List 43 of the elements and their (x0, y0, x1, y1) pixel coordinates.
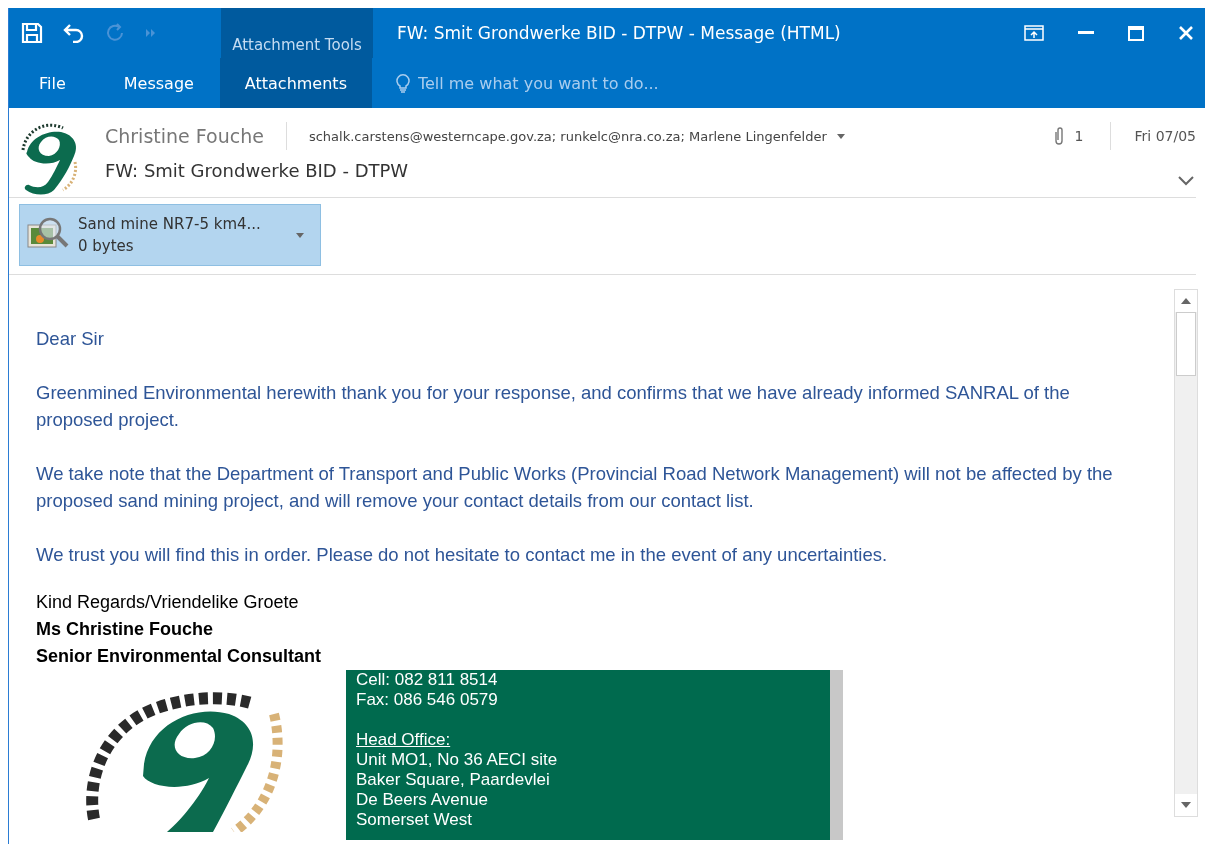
ribbon-display-icon[interactable] (1024, 25, 1044, 41)
lightbulb-icon (395, 73, 410, 93)
ribbon-tab[interactable]: File (9, 58, 96, 108)
scroll-up-icon[interactable] (1181, 298, 1191, 304)
address-line: Unit MO1, No 36 AECI site (356, 750, 559, 770)
paperclip-icon (1052, 126, 1065, 146)
dropdown-caret-icon[interactable] (836, 133, 845, 139)
body-paragraph: Dear Sir (36, 327, 105, 351)
sender-name[interactable]: Christine Fouche (105, 125, 264, 147)
signature-title: Senior Environmental Consultant (36, 645, 323, 668)
context-group-label: Attachment Tools (221, 8, 373, 58)
address-line: De Beers Avenue (356, 790, 489, 810)
recipients-list: schalk.carstens@westerncape.gov.za; runkelc@nra.co.za; Marlene Lingenfelder (308, 128, 827, 144)
ribbon-tab[interactable]: Message (95, 58, 220, 108)
attachment-name: Sand mine NR7-5 km4... (78, 214, 262, 235)
contact-line: Cell: 082 811 8514 (356, 670, 499, 690)
ribbon-tab[interactable]: Attachments (219, 58, 372, 108)
contact-line: Fax: 086 546 0579 (356, 690, 499, 710)
close-icon[interactable] (1178, 25, 1194, 41)
body-paragraph: We trust you will find this in order. Please do not hesitate to contact me in the event of any uncertainties. (36, 543, 889, 567)
expand-chevron-icon[interactable] (1178, 176, 1194, 186)
closing-line: Kind Regards/Vriendelike Groete (36, 591, 300, 614)
scroll-down-icon[interactable] (1181, 802, 1191, 808)
body-paragraph: Greenmined Environmental herewith thank you for your response, and confirms that we have already informed SANRAL of the proposed project. (36, 381, 1071, 432)
address-line: Baker Square, Paardevlei (356, 770, 551, 790)
body-paragraph: We take note that the Department of Transport and Public Works (Provincial Road Network Management) will not be affected by the proposed sand mining project, and will remove your contact details from our contact list. (36, 462, 1114, 513)
address-line: Somerset West (356, 810, 473, 830)
tell-me-field[interactable]: Tell me what you want to do... (417, 73, 718, 93)
vertical-scrollbar[interactable] (1174, 289, 1198, 817)
undo-icon[interactable] (63, 23, 85, 43)
save-icon[interactable] (21, 22, 43, 44)
attachment-chip[interactable]: Sand mine NR7-5 km4... 0 bytes (19, 204, 321, 266)
attachment-count: 1 (1074, 128, 1084, 144)
message-date: Fri 07/05 (1134, 128, 1196, 144)
window-title: FW: Smit Grondwerke BID - DTPW - Message (HTML) (397, 23, 841, 43)
attachment-size: 0 bytes (78, 236, 135, 257)
office-heading: Head Office: (356, 730, 452, 750)
dropdown-caret-icon[interactable] (296, 232, 304, 238)
maximize-icon[interactable] (1128, 25, 1144, 41)
message-subject: FW: Smit Grondwerke BID - DTPW (105, 159, 409, 181)
signature-name: Ms Christine Fouche (36, 618, 215, 641)
scroll-thumb[interactable] (1176, 312, 1196, 376)
minimize-icon[interactable] (1078, 31, 1094, 35)
